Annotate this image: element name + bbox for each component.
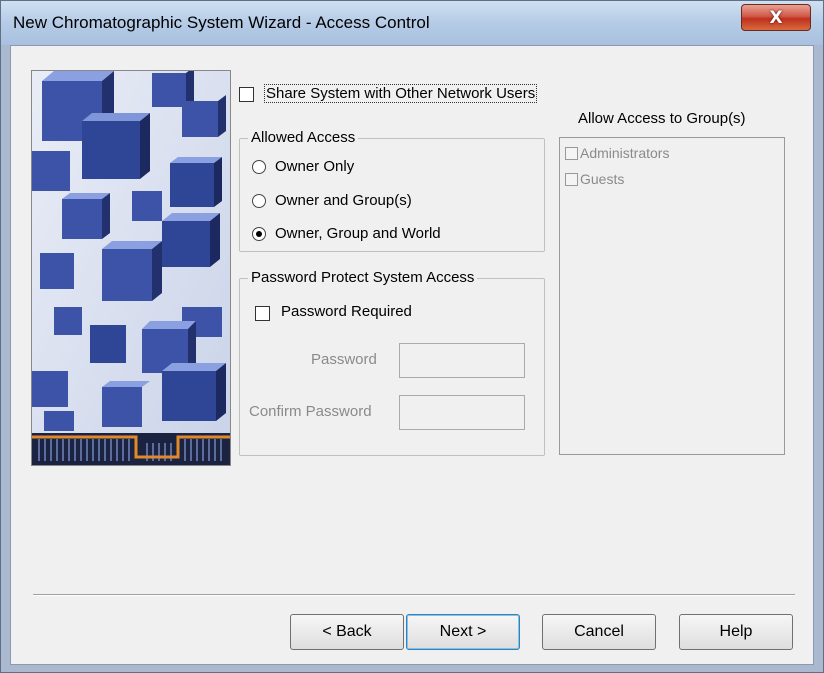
wizard-banner-image	[31, 70, 231, 466]
confirm-password-input[interactable]	[399, 395, 525, 430]
share-system-checkbox[interactable]	[239, 87, 254, 102]
wizard-window: New Chromatographic System Wizard - Acce…	[0, 0, 824, 673]
cubes-illustration	[32, 71, 230, 465]
share-system-label[interactable]: Share System with Other Network Users	[264, 84, 538, 103]
button-separator	[33, 594, 795, 596]
radio-owner-and-groups-label[interactable]: Owner and Group(s)	[275, 192, 412, 209]
password-input[interactable]	[399, 343, 525, 378]
groups-listbox[interactable]: Administrators Guests	[559, 137, 785, 455]
close-button[interactable]: X	[741, 4, 811, 31]
confirm-password-label: Confirm Password	[249, 403, 372, 420]
help-button[interactable]: Help	[679, 614, 793, 650]
group-item-guests[interactable]: Guests	[565, 170, 624, 188]
groups-list-title: Allow Access to Group(s)	[578, 110, 746, 127]
wizard-page: Share System with Other Network Users Al…	[10, 45, 814, 665]
next-button[interactable]: Next >	[406, 614, 520, 650]
password-required-checkbox[interactable]	[255, 306, 270, 321]
password-label: Password	[311, 351, 377, 368]
group-label: Administrators	[580, 145, 670, 161]
back-button[interactable]: < Back	[290, 614, 404, 650]
close-icon: X	[769, 7, 783, 28]
group-item-administrators[interactable]: Administrators	[565, 144, 669, 162]
cancel-button[interactable]: Cancel	[542, 614, 656, 650]
group-checkbox[interactable]	[565, 172, 578, 186]
group-checkbox[interactable]	[565, 146, 578, 160]
window-title: New Chromatographic System Wizard - Acce…	[13, 13, 430, 32]
title-bar[interactable]: New Chromatographic System Wizard - Acce…	[1, 1, 823, 45]
allowed-access-title: Allowed Access	[248, 129, 359, 146]
radio-owner-only[interactable]	[252, 160, 266, 174]
password-required-label[interactable]: Password Required	[281, 303, 412, 320]
group-label: Guests	[580, 171, 625, 187]
radio-owner-group-world[interactable]	[252, 227, 266, 241]
radio-selected-dot	[256, 231, 262, 237]
radio-owner-only-label[interactable]: Owner Only	[275, 158, 354, 175]
radio-owner-group-world-label[interactable]: Owner, Group and World	[275, 225, 441, 242]
password-protect-title: Password Protect System Access	[248, 269, 478, 286]
radio-owner-and-groups[interactable]	[252, 194, 266, 208]
